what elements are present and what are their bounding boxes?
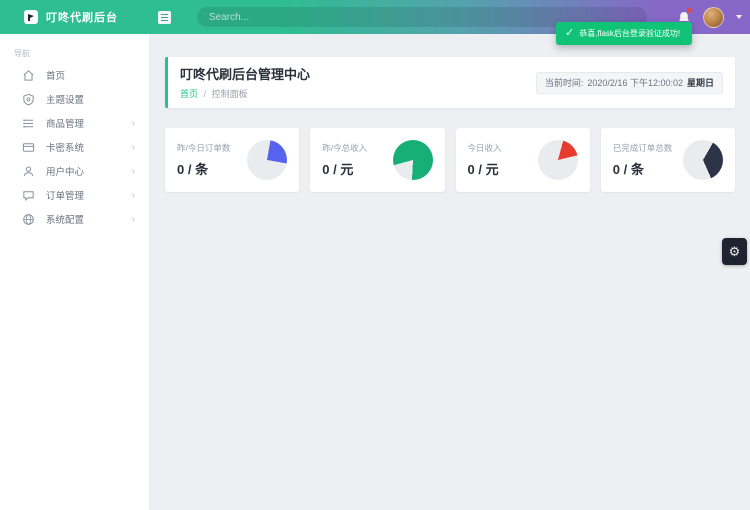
- settings-fab[interactable]: ⚙: [722, 238, 747, 265]
- home-icon: [22, 69, 35, 82]
- stat-text: 已完成订单总数 0 / 条: [613, 142, 673, 178]
- sidebar-item-order-management[interactable]: 订单管理 ›: [0, 183, 149, 207]
- stat-label: 已完成订单总数: [612, 142, 673, 153]
- sidebar: 导航 首页 主题设置 商品管理 › 卡密系统 › 用户中心 › 订单管理 › 系…: [0, 34, 150, 510]
- breadcrumb-separator: /: [203, 88, 207, 99]
- page-title: 叮咚代刷后台管理中心: [180, 67, 311, 82]
- sidebar-section-label: 导航: [14, 49, 30, 58]
- sidebar-item-label: 用户中心: [46, 167, 85, 178]
- stat-text: 昨/今日订单数 0 / 条: [177, 142, 230, 178]
- shield-icon: [22, 93, 35, 106]
- chevron-right-icon: ›: [131, 117, 135, 129]
- sidebar-item-card-system[interactable]: 卡密系统 ›: [0, 135, 149, 159]
- stat-text: 今日收入 0 / 元: [468, 142, 502, 178]
- app-window: 叮咚代刷后台 ✓ 恭喜,flask后台登录验证成功! 导航: [0, 0, 750, 510]
- stat-label: 昨/今总收入: [322, 142, 368, 153]
- brand[interactable]: 叮咚代刷后台: [0, 9, 142, 25]
- stat-card-total-income: 昨/今总收入 0 / 元: [310, 127, 445, 192]
- sidebar-item-label: 卡密系统: [46, 143, 85, 154]
- page-header-card: 叮咚代刷后台管理中心 首页 / 控制面板 当前时间: 2020/2/16 下午1…: [165, 57, 735, 108]
- user-icon: [22, 165, 35, 178]
- current-time-badge: 当前时间: 2020/2/16 下午12:00:02 星期日: [535, 71, 723, 94]
- sidebar-item-label: 主题设置: [46, 95, 85, 106]
- success-toast[interactable]: ✓ 恭喜,flask后台登录验证成功!: [556, 22, 692, 45]
- sidebar-item-product-management[interactable]: 商品管理 ›: [0, 111, 149, 135]
- breadcrumb: 首页 / 控制面板: [180, 87, 310, 100]
- chevron-right-icon: ›: [131, 165, 135, 177]
- sidebar-item-user-center[interactable]: 用户中心 ›: [0, 159, 149, 183]
- list-icon: [22, 117, 35, 130]
- chat-icon: [22, 189, 35, 202]
- stat-value: 0 / 元: [467, 161, 499, 177]
- stat-text: 昨/今总收入 0 / 元: [322, 142, 367, 178]
- stat-card-today-income: 今日收入 0 / 元: [455, 127, 590, 192]
- page-header-left: 叮咚代刷后台管理中心 首页 / 控制面板: [180, 66, 310, 100]
- main-content: 叮咚代刷后台管理中心 首页 / 控制面板 当前时间: 2020/2/16 下午1…: [150, 34, 750, 510]
- clock-label: 当前时间:: [544, 78, 584, 89]
- clock-weekday: 星期日: [686, 78, 714, 89]
- gear-icon: ⚙: [728, 244, 741, 259]
- check-icon: ✓: [565, 27, 575, 39]
- breadcrumb-current: 控制面板: [211, 88, 248, 99]
- stat-card-completed-orders: 已完成订单总数 0 / 条: [600, 127, 735, 192]
- app-logo-icon: [24, 10, 38, 24]
- menu-toggle-icon[interactable]: [158, 10, 171, 24]
- sidebar-item-label: 首页: [46, 71, 66, 82]
- sidebar-item-home[interactable]: 首页: [0, 63, 149, 87]
- toast-message: 恭喜,flask后台登录验证成功!: [579, 29, 681, 38]
- sidebar-item-theme-settings[interactable]: 主题设置: [0, 87, 149, 111]
- sidebar-item-label: 商品管理: [46, 119, 85, 130]
- avatar[interactable]: [703, 6, 724, 28]
- sidebar-item-system-config[interactable]: 系统配置 ›: [0, 207, 149, 231]
- breadcrumb-home-link[interactable]: 首页: [180, 89, 198, 99]
- pie-chart: [683, 139, 723, 180]
- pie-chart: [537, 139, 578, 180]
- pie-chart: [392, 139, 433, 180]
- chevron-down-icon[interactable]: [736, 15, 742, 19]
- stats-row: 昨/今日订单数 0 / 条 昨/今总收入 0 / 元 今日收入 0 / 元 已完…: [165, 127, 735, 192]
- brand-title: 叮咚代刷后台: [46, 12, 118, 24]
- pie-chart: [247, 139, 288, 180]
- clock-datetime: 2020/2/16 下午12:00:02: [587, 78, 683, 89]
- chevron-right-icon: ›: [131, 189, 135, 201]
- stat-value: 0 / 条: [177, 161, 209, 177]
- stat-value: 0 / 条: [612, 161, 644, 177]
- card-icon: [22, 141, 35, 154]
- stat-card-orders: 昨/今日订单数 0 / 条: [165, 127, 300, 192]
- stat-label: 昨/今日订单数: [177, 142, 231, 153]
- chevron-right-icon: ›: [131, 213, 135, 225]
- sidebar-item-label: 系统配置: [46, 215, 85, 226]
- notification-dot: [687, 7, 692, 13]
- sidebar-item-label: 订单管理: [46, 191, 85, 202]
- stat-label: 今日收入: [467, 142, 502, 153]
- chevron-right-icon: ›: [131, 141, 135, 153]
- stat-value: 0 / 元: [322, 161, 354, 177]
- globe-icon: [22, 213, 35, 226]
